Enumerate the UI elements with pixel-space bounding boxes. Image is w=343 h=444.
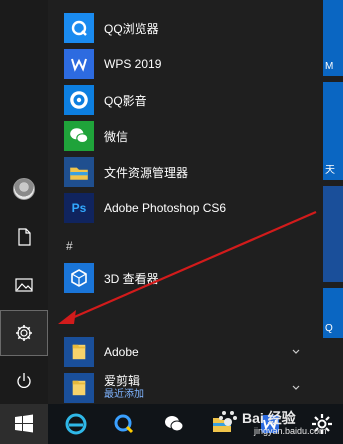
live-tile[interactable]: M	[323, 0, 343, 76]
tile-label: Q	[325, 323, 333, 334]
folder-label: Adobe	[104, 345, 139, 359]
watermark-brand: Bai 经验	[242, 410, 296, 426]
list-item[interactable]: 微信	[48, 118, 314, 154]
list-item[interactable]: QQ影音	[48, 82, 314, 118]
watermark-url: jingyan.baidu.com	[254, 426, 327, 436]
folder-label: 爱剪辑	[104, 374, 141, 388]
folder-item[interactable]: Adobe	[48, 334, 314, 370]
folder-item[interactable]: 爱剪辑 最近添加	[48, 370, 314, 406]
document-icon	[18, 228, 31, 246]
pictures-button[interactable]	[0, 262, 48, 308]
app-label: 3D 查看器	[104, 271, 159, 286]
section-letter: #	[66, 239, 73, 253]
user-account-button[interactable]	[0, 166, 48, 212]
start-menu-rail	[0, 0, 48, 404]
live-tile[interactable]: Q	[323, 288, 343, 338]
tile-label: 天	[325, 165, 335, 176]
folder-icon	[64, 337, 94, 367]
baidu-paw-icon	[219, 411, 237, 426]
watermark: Bai 经验 jingyan.baidu.com	[218, 408, 328, 440]
file-explorer-icon	[64, 157, 94, 187]
qq-browser-icon	[64, 13, 94, 43]
wps-icon	[64, 49, 94, 79]
qq-player-icon	[64, 85, 94, 115]
app-label: WPS 2019	[104, 57, 162, 71]
app-label: QQ浏览器	[104, 21, 159, 36]
app-label: 文件资源管理器	[104, 165, 189, 180]
qq-browser-icon	[114, 414, 134, 434]
wechat-icon	[165, 416, 184, 432]
list-item[interactable]: Ps Adobe Photoshop CS6	[48, 190, 314, 226]
documents-button[interactable]	[0, 214, 48, 260]
gear-icon	[16, 325, 32, 341]
folder-icon	[64, 373, 94, 403]
list-item[interactable]: 文件资源管理器	[48, 154, 314, 190]
chevron-down-icon[interactable]	[292, 348, 300, 356]
live-tile[interactable]	[323, 186, 343, 282]
list-item[interactable]: QQ浏览器	[48, 10, 314, 46]
wechat-icon	[64, 121, 94, 151]
live-tile[interactable]: 天	[323, 82, 343, 180]
windows-logo-icon	[15, 414, 33, 433]
live-tiles-area: M 天 Q	[314, 0, 343, 404]
list-item[interactable]: WPS 2019	[48, 46, 314, 82]
3d-viewer-icon	[64, 263, 94, 293]
section-header[interactable]: #	[48, 228, 314, 264]
chevron-down-icon[interactable]	[292, 384, 300, 392]
app-label: 微信	[104, 129, 129, 144]
taskbar-edge[interactable]	[58, 404, 94, 444]
power-icon	[17, 373, 31, 388]
edge-icon	[65, 413, 87, 435]
tile-label: M	[325, 61, 334, 72]
app-label: QQ影音	[104, 93, 147, 108]
power-button[interactable]	[0, 358, 48, 404]
picture-icon	[15, 278, 33, 292]
app-label: Adobe Photoshop CS6	[104, 201, 227, 215]
settings-button[interactable]	[0, 310, 48, 356]
recently-added-label: 最近添加	[104, 389, 144, 400]
list-item[interactable]: 3D 查看器	[48, 260, 314, 296]
avatar	[13, 178, 35, 200]
taskbar-qq-browser[interactable]	[106, 404, 142, 444]
start-button[interactable]	[0, 404, 48, 444]
photoshop-icon: Ps	[64, 193, 94, 223]
app-list: QQ浏览器 WPS 2019 QQ影音 微信 文件资源管理器 Ps Adobe …	[48, 0, 314, 404]
taskbar-wechat[interactable]	[156, 404, 192, 444]
